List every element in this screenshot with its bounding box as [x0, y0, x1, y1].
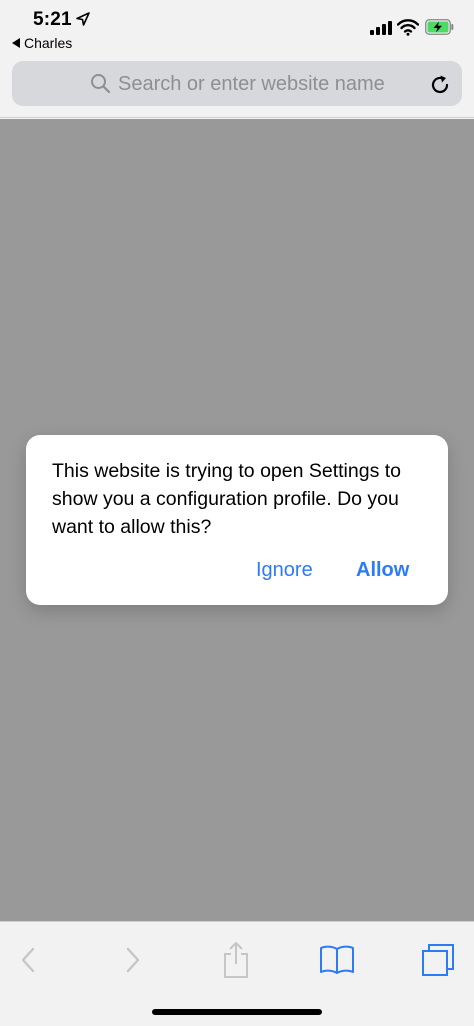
back-triangle-icon — [12, 38, 20, 48]
permission-alert: This website is trying to open Settings … — [26, 435, 448, 605]
search-icon — [91, 74, 111, 94]
allow-button[interactable]: Allow — [356, 559, 409, 582]
battery-charging-icon — [425, 19, 454, 35]
share-button[interactable] — [216, 940, 256, 980]
wifi-icon — [397, 19, 419, 36]
back-app-label: Charles — [24, 35, 73, 51]
tabs-icon — [422, 944, 454, 976]
alert-message: This website is trying to open Settings … — [52, 460, 402, 538]
share-icon — [224, 942, 248, 978]
status-time: 5:21 — [33, 9, 72, 30]
forward-icon — [126, 947, 140, 973]
address-bar-placeholder: Search or enter website name — [118, 73, 385, 95]
top-chrome: 5:21 Charles Search or enter website nam… — [0, 0, 474, 118]
location-arrow-icon — [76, 12, 90, 26]
ignore-button[interactable]: Ignore — [256, 559, 313, 582]
forward-button[interactable] — [113, 940, 153, 980]
signal-icon — [370, 21, 392, 35]
back-icon — [21, 947, 35, 973]
reload-icon[interactable] — [429, 74, 451, 96]
address-bar[interactable]: Search or enter website name — [12, 61, 462, 106]
tabs-button[interactable] — [418, 940, 458, 980]
bookmarks-button[interactable] — [317, 940, 357, 980]
bookmarks-icon — [320, 945, 354, 974]
back-to-app-button[interactable]: Charles — [12, 35, 72, 51]
home-indicator[interactable] — [152, 1009, 322, 1015]
back-button[interactable] — [8, 940, 48, 980]
